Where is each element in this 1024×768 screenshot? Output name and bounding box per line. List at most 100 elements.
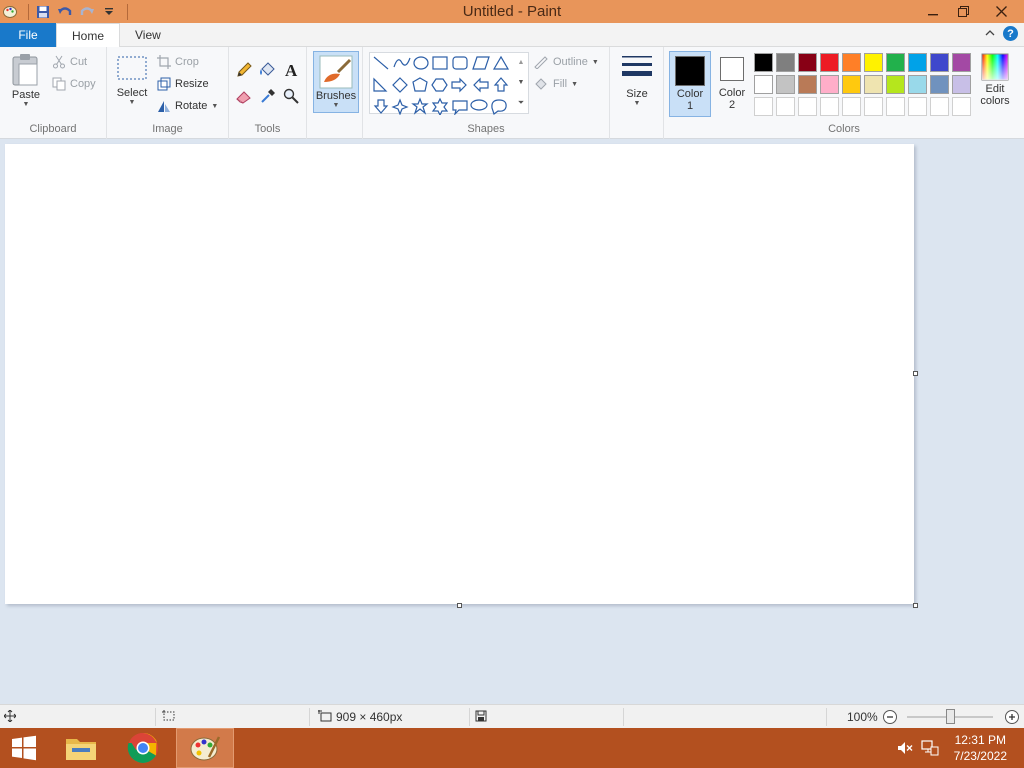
redo-icon[interactable]: [79, 4, 95, 20]
chrome-taskbar[interactable]: [120, 728, 166, 768]
palette-color-swatch[interactable]: [886, 53, 905, 72]
restore-button[interactable]: [948, 0, 978, 22]
custom-color-slot[interactable]: [952, 97, 971, 116]
palette-color-swatch[interactable]: [798, 53, 817, 72]
resize-button[interactable]: Resize: [157, 75, 209, 93]
file-explorer-taskbar[interactable]: [58, 728, 104, 768]
text-tool[interactable]: A: [283, 61, 301, 79]
fill-tool[interactable]: [258, 61, 276, 79]
resize-label: Resize: [175, 78, 209, 90]
palette-color-swatch[interactable]: [952, 53, 971, 72]
paste-button[interactable]: Paste ▼: [6, 53, 46, 108]
palette-color-swatch[interactable]: [842, 53, 861, 72]
rotate-label: Rotate: [175, 100, 208, 112]
line-shape-icon: [373, 56, 389, 70]
palette-color-swatch[interactable]: [842, 75, 861, 94]
collapse-ribbon-icon[interactable]: [985, 27, 995, 41]
image-group: Select ▼ Crop Resize Rotate ▼ Image: [107, 47, 229, 139]
resize-handle-corner[interactable]: [913, 603, 918, 608]
eraser-tool[interactable]: [235, 87, 253, 105]
quick-access-toolbar: [0, 0, 128, 23]
magnifier-tool[interactable]: [282, 87, 300, 105]
custom-color-slot[interactable]: [930, 97, 949, 116]
paint-taskbar[interactable]: [176, 728, 234, 768]
custom-color-slot[interactable]: [776, 97, 795, 116]
palette-color-swatch[interactable]: [908, 75, 927, 94]
tab-view[interactable]: View: [120, 23, 176, 47]
right-triangle-shape-icon: [373, 77, 388, 92]
rounded-callout-shape-icon: [452, 100, 468, 116]
palette-color-swatch[interactable]: [864, 75, 883, 94]
brushes-button[interactable]: Brushes ▼: [313, 51, 359, 113]
custom-color-slot[interactable]: [908, 97, 927, 116]
expand-gallery-icon[interactable]: ⏷: [515, 93, 527, 113]
custom-color-slot[interactable]: [798, 97, 817, 116]
palette-color-swatch[interactable]: [864, 53, 883, 72]
color-picker-tool[interactable]: [259, 87, 277, 105]
palette-color-swatch[interactable]: [776, 75, 795, 94]
outline-button[interactable]: Outline ▼: [533, 53, 599, 71]
paint-app-icon[interactable]: [2, 4, 18, 20]
palette-color-swatch[interactable]: [820, 53, 839, 72]
eyedropper-icon: [261, 89, 275, 103]
custom-color-slot[interactable]: [864, 97, 883, 116]
tab-file[interactable]: File: [0, 23, 56, 47]
pencil-tool[interactable]: [235, 61, 253, 79]
palette-color-swatch[interactable]: [908, 53, 927, 72]
start-button[interactable]: [0, 728, 48, 768]
four-point-star-shape-icon: [391, 98, 409, 116]
curve-shape-icon: [393, 57, 411, 68]
scroll-up-icon[interactable]: ▲: [515, 53, 527, 73]
zoom-in-button[interactable]: [1004, 709, 1020, 728]
minimize-button[interactable]: [918, 0, 948, 22]
tab-home[interactable]: Home: [56, 23, 121, 48]
customize-toolbar-icon[interactable]: [101, 4, 117, 20]
custom-color-slot[interactable]: [754, 97, 773, 116]
scroll-down-icon[interactable]: ▼: [515, 73, 527, 93]
volume-muted-icon[interactable]: [897, 741, 913, 758]
copy-button[interactable]: Copy: [52, 75, 96, 93]
help-icon[interactable]: ?: [1003, 26, 1018, 41]
edit-colors-label-2: colors: [980, 95, 1010, 107]
chevron-down-icon: ▼: [128, 99, 136, 106]
palette-color-swatch[interactable]: [754, 53, 773, 72]
palette-color-swatch[interactable]: [930, 75, 949, 94]
down-arrow-shape-icon: [373, 99, 389, 114]
palette-color-swatch[interactable]: [886, 75, 905, 94]
colors-group-label: Colors: [828, 123, 860, 135]
size-button[interactable]: Size ▼: [618, 53, 656, 107]
colors-group: Color 1 Color 2 Edit colors Colors: [664, 47, 1024, 139]
palette-color-swatch[interactable]: [820, 75, 839, 94]
palette-color-swatch[interactable]: [930, 53, 949, 72]
separator: [127, 3, 128, 20]
zoom-in-icon: [1005, 710, 1019, 724]
color1-button[interactable]: Color 1: [669, 51, 711, 117]
taskbar-clock[interactable]: 12:31 PM 7/23/2022: [954, 732, 1007, 764]
network-icon[interactable]: [921, 740, 939, 759]
custom-color-slot[interactable]: [886, 97, 905, 116]
rotate-button[interactable]: Rotate ▼: [157, 97, 218, 115]
zoom-slider-thumb[interactable]: [946, 709, 955, 724]
drawing-canvas[interactable]: [5, 144, 914, 604]
palette-color-swatch[interactable]: [754, 75, 773, 94]
custom-color-slot[interactable]: [842, 97, 861, 116]
fill-button[interactable]: Fill ▼: [533, 75, 578, 93]
resize-handle-bottom[interactable]: [457, 603, 462, 608]
zoom-out-button[interactable]: [882, 709, 898, 728]
edit-colors-button[interactable]: Edit colors: [975, 53, 1015, 107]
triangle-shape-icon: [492, 55, 510, 70]
palette-color-swatch[interactable]: [776, 53, 795, 72]
palette-color-swatch[interactable]: [952, 75, 971, 94]
rectangle-shape-icon: [432, 56, 448, 70]
window-controls: [918, 0, 1024, 22]
color2-button[interactable]: Color 2: [714, 51, 750, 117]
resize-handle-right[interactable]: [913, 371, 918, 376]
select-button[interactable]: Select ▼: [115, 55, 149, 106]
cut-button[interactable]: Cut: [52, 53, 87, 71]
palette-color-swatch[interactable]: [798, 75, 817, 94]
close-button[interactable]: [978, 0, 1024, 22]
custom-color-slot[interactable]: [820, 97, 839, 116]
crop-button[interactable]: Crop: [157, 53, 199, 71]
save-icon[interactable]: [35, 4, 51, 20]
undo-icon[interactable]: [57, 4, 73, 20]
